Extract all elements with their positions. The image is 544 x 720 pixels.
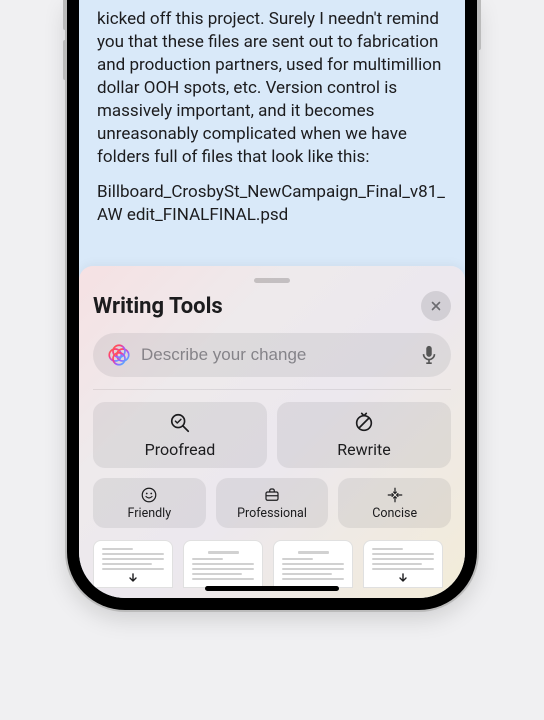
rewrite-button[interactable]: Rewrite [277, 402, 451, 468]
note-body[interactable]: kicked off this project. Surely I needn'… [79, 0, 465, 278]
prompt-input-row[interactable] [93, 333, 451, 377]
smile-icon [140, 486, 158, 504]
sheet-header: Writing Tools [93, 291, 451, 321]
close-button[interactable] [421, 291, 451, 321]
sheet-grabber[interactable] [254, 278, 290, 283]
close-icon [430, 300, 442, 312]
sheet-title: Writing Tools [93, 294, 223, 319]
professional-button[interactable]: Professional [216, 478, 329, 528]
briefcase-icon [263, 486, 281, 504]
format-thumbnail[interactable] [93, 540, 173, 588]
microphone-icon[interactable] [421, 345, 437, 365]
concise-button[interactable]: Concise [338, 478, 451, 528]
home-indicator[interactable] [205, 586, 339, 591]
tone-actions-row: Friendly Professional Concise [93, 478, 451, 528]
format-thumbnail[interactable] [273, 540, 353, 588]
magnifier-check-icon [169, 412, 191, 434]
apple-intelligence-icon [107, 343, 131, 367]
professional-label: Professional [237, 506, 307, 521]
format-thumbnail[interactable] [363, 540, 443, 588]
phone-side-button [63, 40, 67, 80]
proofread-button[interactable]: Proofread [93, 402, 267, 468]
note-paragraph: kicked off this project. Surely I needn'… [97, 8, 447, 169]
divider [93, 389, 451, 390]
format-thumbnail[interactable] [183, 540, 263, 588]
concise-label: Concise [372, 506, 417, 521]
phone-side-button [477, 0, 481, 50]
concise-icon [386, 486, 404, 504]
screen: kicked off this project. Surely I needn'… [79, 0, 465, 598]
rewrite-label: Rewrite [337, 440, 390, 459]
phone-side-button [63, 0, 67, 30]
writing-tools-sheet: Writing Tools [79, 266, 465, 598]
friendly-button[interactable]: Friendly [93, 478, 206, 528]
primary-actions-row: Proofread Rewrite [93, 402, 451, 468]
arrow-down-icon [398, 573, 408, 583]
rewrite-icon [353, 412, 375, 434]
note-filename: Billboard_CrosbySt_NewCampaign_Final_v81… [97, 181, 447, 227]
phone-frame: kicked off this project. Surely I needn'… [67, 0, 477, 610]
arrow-down-icon [128, 573, 138, 583]
friendly-label: Friendly [128, 506, 172, 521]
proofread-label: Proofread [145, 440, 216, 459]
format-thumbnails-row [93, 540, 451, 588]
prompt-input[interactable] [141, 345, 411, 365]
